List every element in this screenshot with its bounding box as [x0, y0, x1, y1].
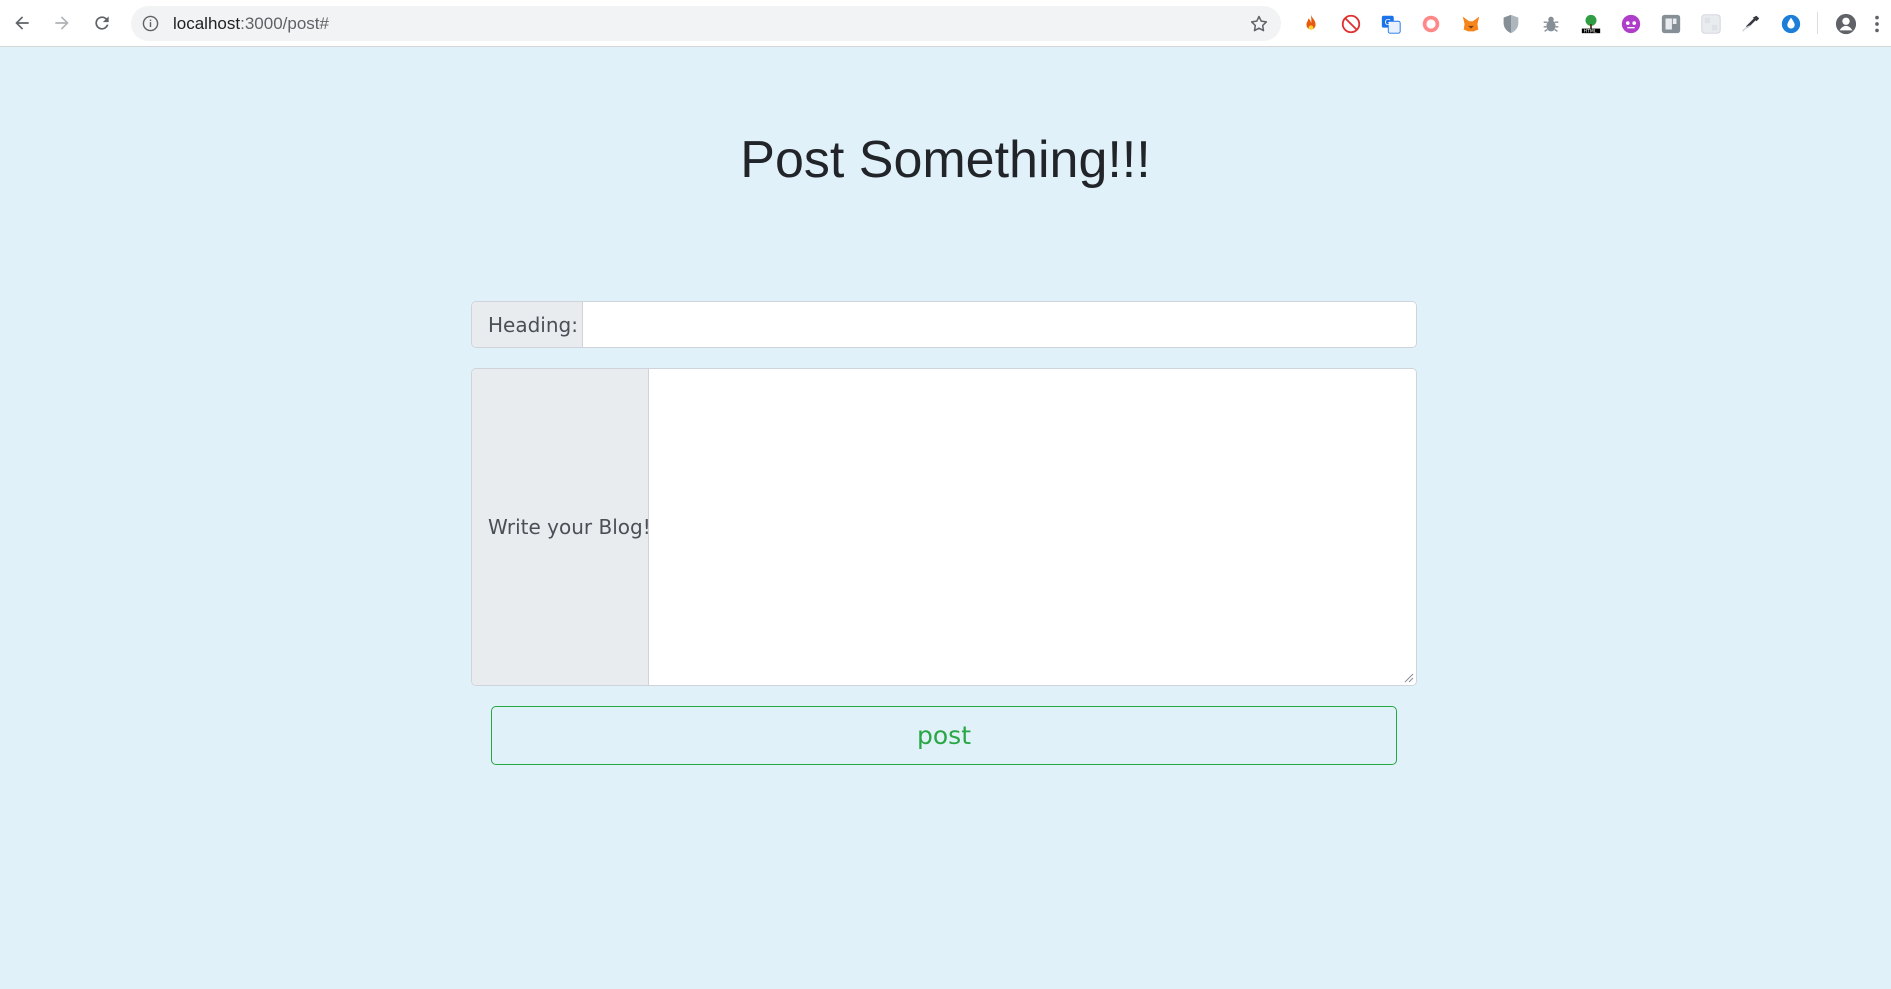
- gray-square-extension-icon[interactable]: [1660, 13, 1682, 35]
- url-host: localhost: [173, 14, 241, 33]
- svg-text:HTML: HTML: [1584, 29, 1597, 35]
- page-title: Post Something!!!: [740, 131, 1151, 189]
- resize-grip-icon[interactable]: [1402, 671, 1414, 683]
- url-text[interactable]: localhost:3000/post#: [173, 6, 329, 41]
- heading-input-group: Heading:: [471, 301, 1417, 348]
- translate-extension-icon[interactable]: G: [1380, 13, 1402, 35]
- heading-label: Heading:: [472, 302, 583, 347]
- shield-extension-icon[interactable]: [1500, 13, 1522, 35]
- reload-button[interactable]: [90, 11, 114, 35]
- blog-textarea[interactable]: [649, 369, 1416, 685]
- red-circle-extension-icon[interactable]: [1420, 13, 1442, 35]
- toolbar-divider: [1817, 12, 1818, 34]
- eyedropper-extension-icon[interactable]: [1740, 13, 1762, 35]
- html-tree-extension-icon[interactable]: HTML: [1580, 13, 1602, 35]
- bookmark-star-icon[interactable]: [1249, 14, 1269, 34]
- bug-extension-icon[interactable]: [1540, 13, 1562, 35]
- reload-icon: [95, 16, 109, 30]
- fire-extension-icon[interactable]: [1300, 13, 1322, 35]
- blog-input-group: Write your Blog!: [471, 368, 1417, 686]
- blog-label: Write your Blog!: [472, 369, 651, 685]
- arrow-left-icon: [15, 16, 29, 30]
- menu-kebab-icon[interactable]: [1870, 13, 1884, 35]
- back-button[interactable]: [10, 11, 34, 35]
- info-icon[interactable]: [142, 15, 159, 32]
- browser-toolbar: localhost:3000/post# G HTML: [0, 0, 1891, 47]
- purple-circle-extension-icon[interactable]: [1620, 13, 1642, 35]
- address-bar[interactable]: localhost:3000/post#: [131, 6, 1281, 41]
- svg-text:G: G: [1385, 17, 1391, 27]
- url-path: :3000/post#: [240, 14, 329, 33]
- profile-avatar-icon[interactable]: [1835, 13, 1857, 35]
- light-square-extension-icon[interactable]: [1700, 13, 1722, 35]
- blue-drop-extension-icon[interactable]: [1780, 13, 1802, 35]
- heading-input[interactable]: [583, 302, 1416, 347]
- post-button[interactable]: post: [491, 706, 1397, 765]
- forward-button[interactable]: [50, 11, 74, 35]
- arrow-right-icon: [55, 16, 69, 30]
- adblock-extension-icon[interactable]: [1340, 13, 1362, 35]
- metamask-extension-icon[interactable]: [1460, 13, 1482, 35]
